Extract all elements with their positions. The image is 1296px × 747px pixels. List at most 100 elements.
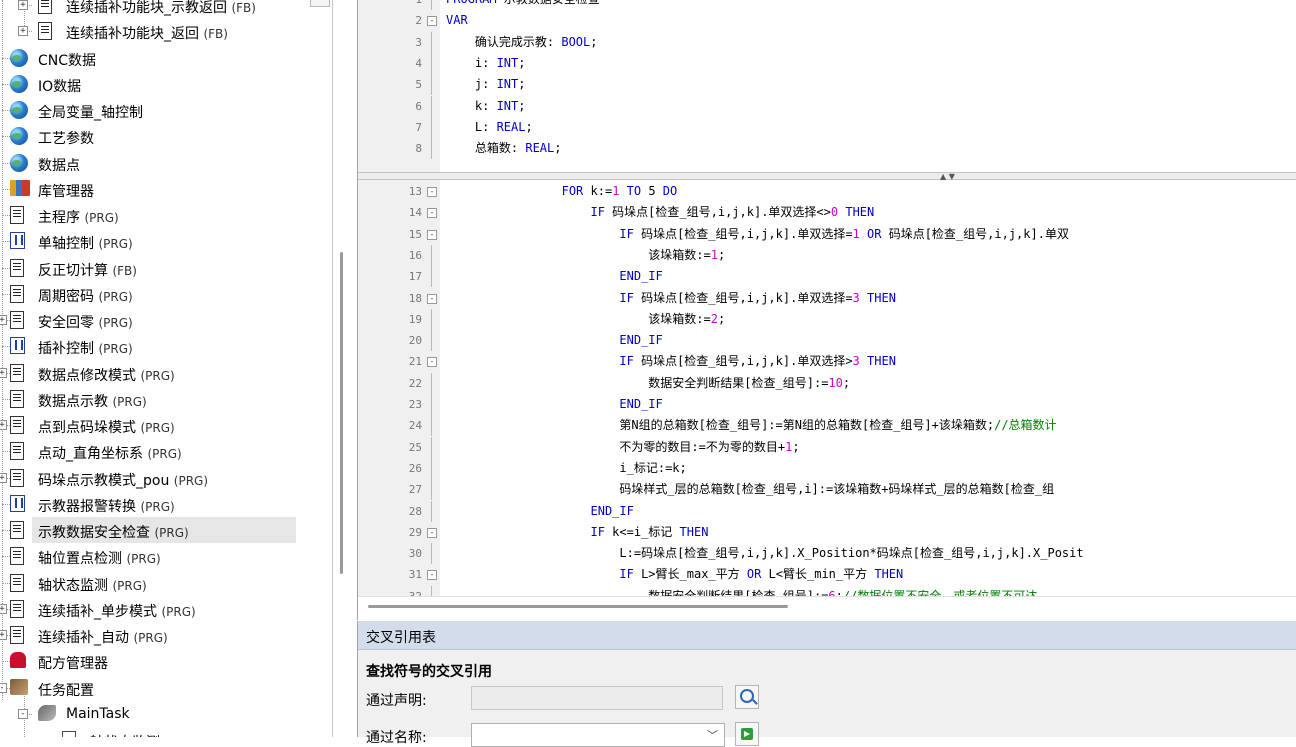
by-name-dropdown[interactable]: ﹀ [471,723,725,747]
tree-item[interactable]: + 安全回零 (PRG) [0,307,330,333]
tree-item-name: 轴位置点检测 [38,551,122,567]
tree-item[interactable]: + 连续插补功能块_示教返回 (FB) [0,0,330,18]
expand-icon[interactable]: + [18,0,28,10]
code-line[interactable]: 确认完成示教: BOOL; [446,32,598,53]
code-line[interactable]: j: INT; [446,74,526,95]
tree-item[interactable]: - 任务配置 [0,675,330,701]
tree-item[interactable]: 周期密码 (PRG) [0,281,330,307]
fold-toggle-icon[interactable]: - [427,208,437,219]
tree-item[interactable]: 主程序 (PRG) [0,202,330,228]
code-line[interactable]: IF 码垛点[检查_组号,i,j,k].单双选择>3 THEN [446,351,896,372]
expand-icon[interactable]: + [18,26,28,36]
expand-icon[interactable]: + [0,420,7,430]
by-declaration-field[interactable] [471,686,723,710]
recipe-manager-icon [10,652,26,668]
code-line[interactable]: 该垛箱数:=2; [446,309,725,330]
code-line[interactable]: 总箱数: REAL; [446,138,562,159]
tree-item[interactable]: 轴状态监测 [0,727,330,737]
expand-icon[interactable]: + [0,473,7,483]
tree-item-kind: (PRG) [98,342,133,356]
code-line[interactable]: 码垛样式_层的总箱数[检查_组号,i]:=该垛箱数+码垛样式_层的总箱数[检查_… [446,479,1054,500]
code-line[interactable]: 不为零的数目:=不为零的数目+1; [446,437,799,458]
expand-icon[interactable]: + [0,604,7,614]
tree-item[interactable]: 单轴控制 (PRG) [0,228,330,254]
expand-icon[interactable]: + [0,630,7,640]
tree-item[interactable]: IO数据 [0,71,330,97]
tree-item-name: 安全回零 [38,315,94,331]
fold-toggle-icon[interactable]: - [427,16,437,27]
tree-item[interactable]: 反正切计算 (FB) [0,255,330,281]
code-line[interactable]: FOR k:=1 TO 5 DO [446,181,678,202]
code-line[interactable]: IF 码垛点[检查_组号,i,j,k].单双选择=3 THEN [446,288,896,309]
tree-item[interactable]: - MainTask [0,701,330,727]
code-line[interactable]: k: INT; [446,96,526,117]
code-line[interactable]: END_IF [446,501,634,522]
expand-icon[interactable]: + [0,315,7,325]
implementation-pane[interactable]: 13- FOR k:=1 TO 5 DO 14- IF 码垛点[检查_组号,i,j… [358,180,1296,596]
code-line[interactable]: L: REAL; [446,117,533,138]
editor-splitter[interactable]: ▲ ▼ [358,172,1296,181]
globe-icon [10,154,28,172]
tree-item[interactable]: 数据点示教 (PRG) [0,386,330,412]
code-line[interactable]: i_标记:=k; [446,458,686,479]
project-tree[interactable]: + 连续插补功能块_示教返回 (FB) + 连续插补功能块_返回 (FB) CNC数据 I… [0,0,333,737]
code-line[interactable]: 第N组的总箱数[检查_组号]:=第N组的总箱数[检查_组号]+该垛箱数;//总箱… [446,415,1056,436]
declaration-pane[interactable]: 1 PROGRAM 示教数据安全检查 2-VAR 3 确认完成示教: BOOL; 4 i… [358,0,1296,172]
expand-icon[interactable]: + [0,368,7,378]
code-line[interactable]: 该垛箱数:=1; [446,245,725,266]
code-line[interactable]: IF k<=i_标记 THEN [446,522,709,543]
line-number: 6 [415,99,422,113]
fold-guide [431,52,432,74]
code-line[interactable]: L:=码垛点[检查_组号,i,j,k].X_Position*码垛点[检查_组号… [446,543,1083,564]
fold-toggle-icon[interactable]: - [427,527,437,538]
tree-item[interactable]: + 点到点码垛模式 (PRG) [0,412,330,438]
code-line[interactable]: IF L>臂长_max_平方 OR L<臂长_min_平方 THEN [446,564,903,585]
search-button[interactable] [735,685,759,709]
tree-item[interactable]: 工艺参数 [0,123,330,149]
code-line[interactable]: END_IF [446,266,662,287]
collapse-icon[interactable]: - [0,683,7,693]
tree-item[interactable]: 示教器报警转换 (PRG) [0,491,330,517]
tree-item[interactable]: + 数据点修改模式 (PRG) [0,360,330,386]
code-line[interactable]: IF 码垛点[检查_组号,i,j,k].单双选择<>0 THEN [446,202,875,223]
code-line[interactable]: VAR [446,10,468,31]
code-line[interactable]: END_IF [446,330,662,351]
fold-toggle-icon[interactable]: - [427,229,437,240]
tree-item[interactable]: + 连续插补功能块_返回 (FB) [0,18,330,44]
go-button[interactable] [735,722,759,746]
fold-toggle-icon[interactable]: - [427,357,437,368]
chevron-down-icon[interactable]: ﹀ [707,727,718,743]
tree-item[interactable]: + 连续插补_自动 (PRG) [0,622,330,648]
tree-item[interactable]: + 码垛点示教模式_pou (PRG) [0,465,330,491]
tree-scrollbar-thumb[interactable] [340,252,343,574]
code-line[interactable]: PROGRAM 示教数据安全检查 [446,0,600,10]
tree-item[interactable]: 库管理器 [0,176,330,202]
code-line[interactable]: END_IF [446,394,662,415]
tree-item[interactable]: 示教数据安全检查 (PRG) [0,517,330,543]
code-line[interactable]: 数据安全判断结果[检查_组号]:=6;//数据位置不安全，或者位置不可达 [446,586,1037,596]
cross-reference-titlebar: 交叉引用表 [358,621,1296,650]
tree-item[interactable]: + 连续插补_单步模式 (PRG) [0,596,330,622]
tree-item[interactable]: 点动_直角坐标系 (PRG) [0,438,330,464]
tree-item[interactable]: 轴位置点检测 (PRG) [0,543,330,569]
tree-item[interactable]: 配方管理器 [0,648,330,674]
tree-item[interactable]: 全局变量_轴控制 [0,97,330,123]
tree-item[interactable]: 数据点 [0,150,330,176]
fold-toggle-icon[interactable]: - [427,293,437,304]
code-line[interactable]: IF 码垛点[检查_组号,i,j,k].单双选择=1 OR 码垛点[检查_组号,… [446,224,1069,245]
tree-item[interactable]: CNC数据 [0,45,330,71]
editor-hscroll-thumb[interactable] [368,605,788,608]
tree-item-kind: (PRG) [154,526,189,540]
code-line[interactable]: 数据安全判断结果[检查_组号]:=10; [446,373,850,394]
code-line[interactable]: i: INT; [446,53,526,74]
splitter-arrows-icon[interactable]: ▲ ▼ [940,173,955,181]
fold-toggle-icon[interactable]: - [427,570,437,581]
tree-item[interactable]: 插补控制 (PRG) [0,333,330,359]
fold-toggle-icon[interactable]: - [427,187,437,197]
tree-vertical-scrollbar[interactable] [340,0,344,737]
code-editor[interactable]: 1PROGRAM 示教数据安全检查2-VAR3 确认完成示教: BOOL;4 i… [357,0,1296,621]
editor-horizontal-scrollbar[interactable] [358,596,1296,621]
collapse-icon[interactable]: - [18,709,28,719]
tree-collapse-button[interactable] [310,0,330,7]
tree-item[interactable]: 轴状态监测 (PRG) [0,570,330,596]
